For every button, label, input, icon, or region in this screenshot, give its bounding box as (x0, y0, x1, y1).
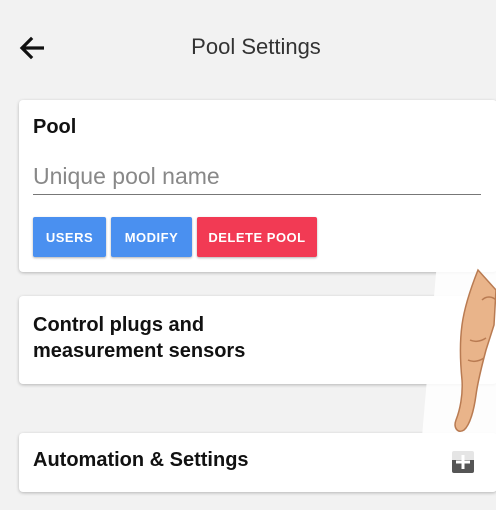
delete-pool-button[interactable]: DELETE POOL (197, 217, 317, 257)
pool-card-title: Pool (33, 116, 77, 138)
automation-settings-card[interactable]: Automation & Settings (19, 433, 496, 492)
page-title: Pool Settings (191, 34, 321, 59)
plugs-sensors-title: Control plugs and measurement sensors (33, 314, 246, 362)
expand-automation-button[interactable] (452, 451, 474, 473)
app-header: Pool Settings (0, 0, 496, 96)
users-button[interactable]: USERS (33, 217, 106, 257)
pool-name-input[interactable] (33, 158, 481, 195)
plus-box-icon (452, 451, 474, 473)
pool-card: Pool USERS MODIFY DELETE POOL (19, 100, 496, 272)
plugs-sensors-card[interactable]: Control plugs and measurement sensors (19, 296, 496, 384)
modify-button[interactable]: MODIFY (111, 217, 192, 257)
automation-settings-title: Automation & Settings (33, 449, 249, 471)
